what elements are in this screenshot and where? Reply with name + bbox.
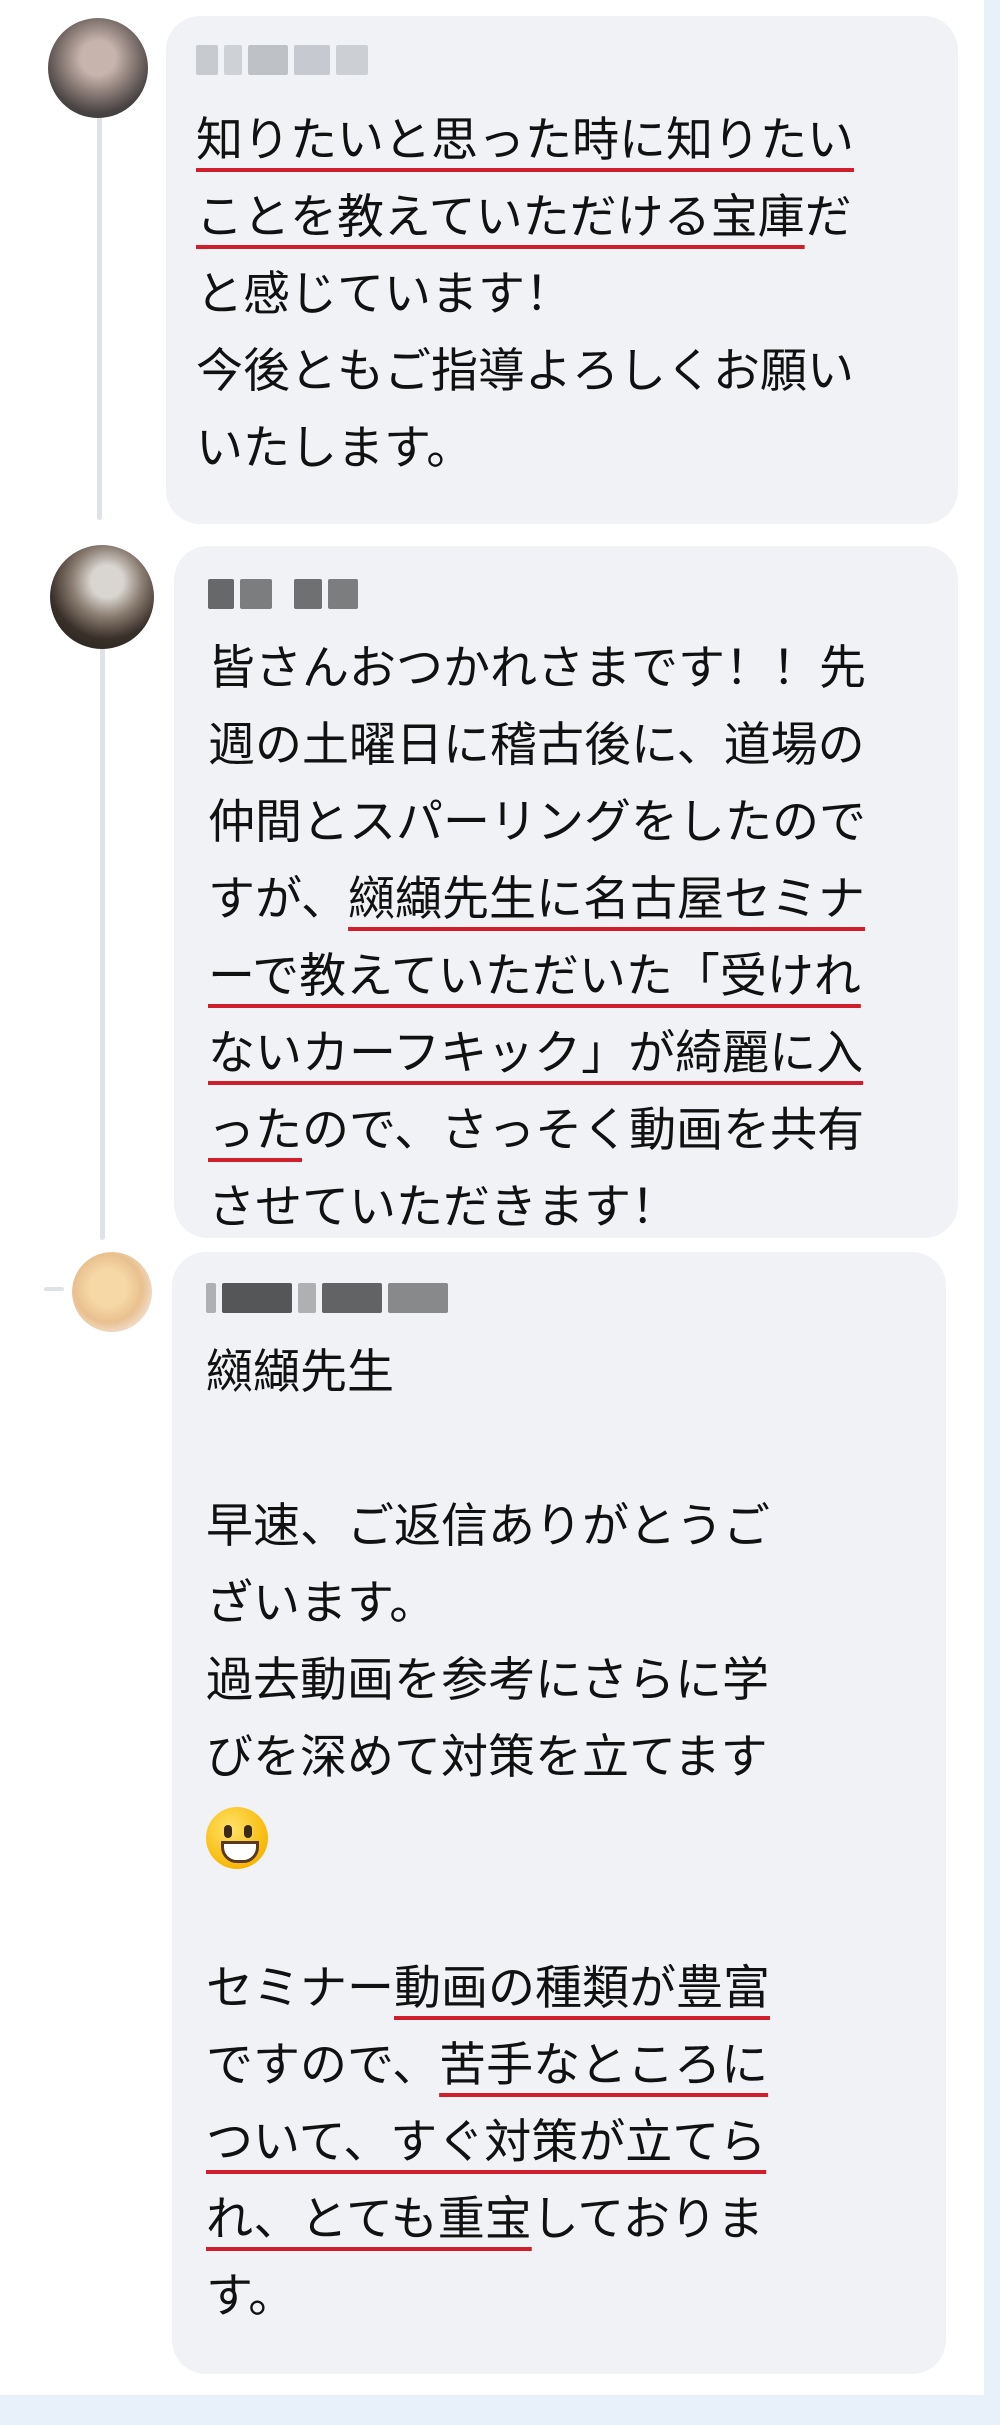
comment-thread: 知りたいと思った時に知りたい ことを教えていただける宝庫だ と感じています！ 今後とも… — [0, 0, 984, 2395]
highlighted-text: れ、とても重宝 — [206, 2192, 532, 2247]
comment-line: 早速、ご返信ありがとうご — [206, 1488, 770, 1565]
commenter-name-redacted[interactable] — [208, 576, 358, 612]
thread-line — [100, 640, 105, 1240]
comment-line: いたします。 — [196, 410, 854, 487]
comment-line: 仲間とスパーリングをしたので — [208, 784, 866, 861]
comment-text-segment: ざいます。 — [206, 1576, 437, 1631]
comment-line: ですので、苦手なところに — [206, 2027, 770, 2104]
highlighted-text: 知りたいと思った時に知りたい — [196, 113, 854, 168]
comment-text-segment: 早速、ご返信ありがとうご — [206, 1499, 770, 1554]
comment-line: す。 — [206, 2258, 770, 2335]
comment-text-segment: セミナー — [206, 1961, 394, 2016]
comment-text-segment: 週の土曜日に稽古後に、道場の — [208, 718, 865, 773]
comment-text-segment: す。 — [206, 2269, 296, 2324]
highlighted-text: った — [208, 1103, 302, 1158]
comment-line: 週の土曜日に稽古後に、道場の — [208, 707, 866, 784]
comment-line: 😀 — [206, 1796, 770, 1873]
highlighted-text: 動画の種類が豊富 — [394, 1961, 770, 2016]
comment-line: 皆さんおつかれさまです！！先 — [208, 630, 866, 707]
avatar[interactable] — [48, 18, 148, 118]
highlighted-text: ついて、すぐ対策が立てら — [206, 2115, 767, 2170]
comment-line — [206, 1411, 770, 1488]
comment-line: 今後ともご指導よろしくお願い — [196, 333, 854, 410]
comment-text-segment: 過去動画を参考にさらに学 — [206, 1653, 770, 1708]
comment-text-segment: 今後ともご指導よろしくお願い — [196, 344, 854, 399]
grinning-face-icon: 😀 — [206, 1806, 268, 1869]
avatar[interactable] — [72, 1252, 152, 1332]
comment-text-segment: だ — [804, 190, 852, 245]
comment-line: びを深めて対策を立てます — [206, 1719, 770, 1796]
highlighted-text: 纐纈先生に名古屋セミナ — [348, 872, 866, 927]
highlighted-text: ーで教えていただいた「受けれ — [208, 949, 861, 1004]
comment-line: 纐纈先生 — [206, 1334, 770, 1411]
highlighted-text: ことを教えていただける宝庫 — [196, 190, 805, 245]
comment-text-segment: すが、 — [208, 872, 349, 927]
comment-line: れ、とても重宝しておりま — [206, 2181, 770, 2258]
commenter-name-redacted[interactable] — [206, 1280, 448, 1316]
comment-line: 知りたいと思った時に知りたい — [196, 102, 854, 179]
comment-line: ことを教えていただける宝庫だ — [196, 179, 854, 256]
commenter-name-redacted[interactable] — [196, 42, 368, 78]
comment-text: 知りたいと思った時に知りたい ことを教えていただける宝庫だ と感じています！ 今後とも… — [196, 102, 854, 487]
comment-line: させていただきます！ — [208, 1169, 866, 1246]
comment-text-segment: ので、さっそく動画を共有 — [302, 1103, 865, 1158]
highlighted-text: 苦手なところに — [439, 2038, 769, 2093]
comment-text-segment: ですので、 — [206, 2038, 440, 2093]
comment-text-segment: 皆さんおつかれさまです！！先 — [208, 641, 866, 696]
comment-text-segment: と感じています！ — [196, 267, 572, 322]
thread-connector — [44, 1287, 64, 1291]
comment-line: セミナー動画の種類が豊富 — [206, 1950, 770, 2027]
comment-line: と感じています！ — [196, 256, 854, 333]
comment-line: ったので、さっそく動画を共有 — [208, 1092, 866, 1169]
comment-text-segment: 仲間とスパーリングをしたので — [208, 795, 866, 850]
comment-line: ーで教えていただいた「受けれ — [208, 938, 866, 1015]
thread-line — [97, 110, 102, 520]
comment-text-segment: 纐纈先生 — [206, 1345, 394, 1400]
comment-line: すが、纐纈先生に名古屋セミナ — [208, 861, 866, 938]
comment-text-segment: びを深めて対策を立てます — [206, 1730, 768, 1785]
comment-line: 過去動画を参考にさらに学 — [206, 1642, 770, 1719]
comment-line: ついて、すぐ対策が立てら — [206, 2104, 770, 2181]
comment-text-segment: いたします。 — [196, 421, 474, 476]
comment-text-segment: しておりま — [531, 2192, 764, 2247]
highlighted-text: ないカーフキック」が綺麗に入 — [208, 1026, 864, 1081]
comment-text: 皆さんおつかれさまです！！先 週の土曜日に稽古後に、道場の 仲間とスパーリングをした… — [208, 630, 866, 1246]
comment-text: 纐纈先生早速、ご返信ありがとうご ざいます。過去動画を参考にさらに学 びを深めて対策… — [206, 1334, 770, 2335]
comment-line — [206, 1873, 770, 1950]
comment-line: ないカーフキック」が綺麗に入 — [208, 1015, 866, 1092]
avatar[interactable] — [50, 545, 154, 649]
comment-line: ざいます。 — [206, 1565, 770, 1642]
comment-text-segment: させていただきます！ — [208, 1180, 678, 1235]
